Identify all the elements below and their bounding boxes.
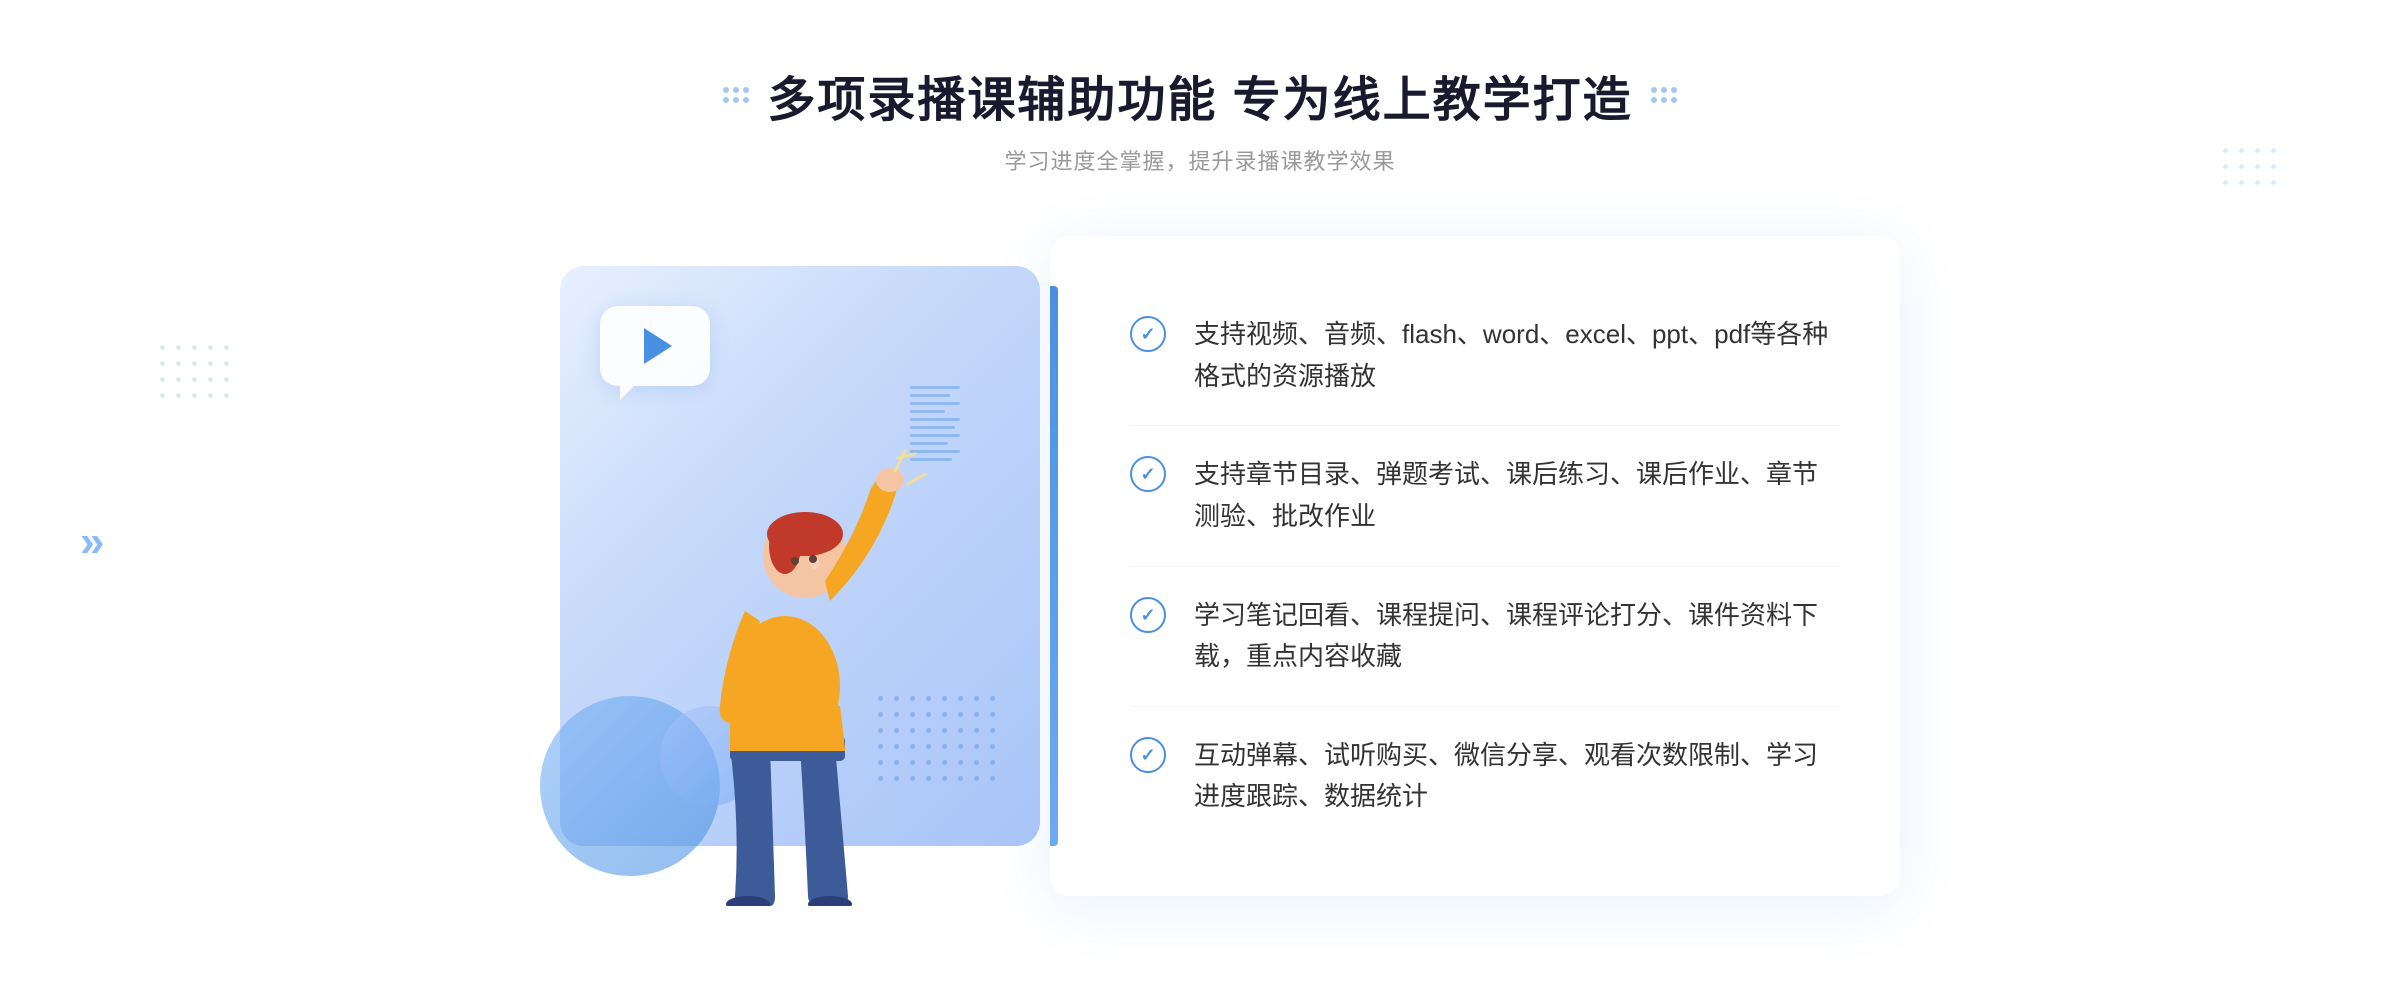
- check-icon-3: ✓: [1130, 597, 1166, 633]
- check-mark-3: ✓: [1140, 606, 1155, 624]
- main-title: 多项录播课辅助功能 专为线上教学打造: [767, 60, 1632, 130]
- title-dots-right: [1651, 87, 1677, 103]
- feature-item-2: ✓ 支持章节目录、弹题考试、课后练习、课后作业、章节测验、批改作业: [1130, 426, 1840, 566]
- check-mark-1: ✓: [1140, 325, 1155, 343]
- features-panel: ✓ 支持视频、音频、flash、word、excel、ppt、pdf等各种格式的资…: [1050, 236, 1900, 896]
- play-bubble-tail: [620, 384, 636, 400]
- check-circle-3: ✓: [1130, 597, 1166, 633]
- check-circle-2: ✓: [1130, 456, 1166, 492]
- check-circle-1: ✓: [1130, 316, 1166, 352]
- header-section: 多项录播课辅助功能 专为线上教学打造 学习进度全掌握，提升录播课教学效果: [723, 60, 1676, 176]
- play-bubble: [600, 306, 720, 401]
- page-left-arrow: »: [80, 517, 104, 567]
- feature-item-1: ✓ 支持视频、音频、flash、word、excel、ppt、pdf等各种格式的资…: [1130, 286, 1840, 426]
- features-list: ✓ 支持视频、音频、flash、word、excel、ppt、pdf等各种格式的资…: [1130, 286, 1840, 846]
- play-icon: [644, 328, 672, 364]
- title-row: 多项录播课辅助功能 专为线上教学打造: [723, 60, 1676, 130]
- feature-text-4: 互动弹幕、试听购买、微信分享、观看次数限制、学习进度跟踪、数据统计: [1194, 735, 1840, 818]
- feature-item-4: ✓ 互动弹幕、试听购买、微信分享、观看次数限制、学习进度跟踪、数据统计: [1130, 707, 1840, 846]
- main-content: 多项录播课辅助功能 专为线上教学打造 学习进度全掌握，提升录播课教学效果: [0, 0, 2400, 986]
- subtitle: 学习进度全掌握，提升录播课教学效果: [1004, 144, 1395, 176]
- dot-grid-left: [723, 87, 749, 103]
- feature-text-1: 支持视频、音频、flash、word、excel、ppt、pdf等各种格式的资源…: [1194, 314, 1840, 397]
- check-icon-1: ✓: [1130, 316, 1166, 352]
- check-icon-4: ✓: [1130, 737, 1166, 773]
- feature-item-3: ✓ 学习笔记回看、课程提问、课程评论打分、课件资料下载，重点内容收藏: [1130, 567, 1840, 707]
- dot-grid-right: [1651, 87, 1677, 103]
- feature-text-2: 支持章节目录、弹题考试、课后练习、课后作业、章节测验、批改作业: [1194, 454, 1840, 537]
- page-container: » 多项录播课辅助功能 专为线上教学打造 学习进度: [0, 0, 2400, 986]
- check-mark-4: ✓: [1140, 746, 1155, 764]
- title-dots-left: [723, 87, 749, 103]
- bg-dots-2: [2223, 148, 2280, 189]
- check-mark-2: ✓: [1140, 465, 1155, 483]
- check-icon-2: ✓: [1130, 456, 1166, 492]
- bg-dots-1: [160, 345, 233, 402]
- play-bubble-shape: [600, 306, 710, 386]
- content-section: ✓ 支持视频、音频、flash、word、excel、ppt、pdf等各种格式的资…: [500, 226, 1900, 906]
- illustration-wrapper: [500, 226, 1080, 906]
- feature-text-3: 学习笔记回看、课程提问、课程评论打分、课件资料下载，重点内容收藏: [1194, 595, 1840, 678]
- check-circle-4: ✓: [1130, 737, 1166, 773]
- person-illustration: [630, 416, 950, 906]
